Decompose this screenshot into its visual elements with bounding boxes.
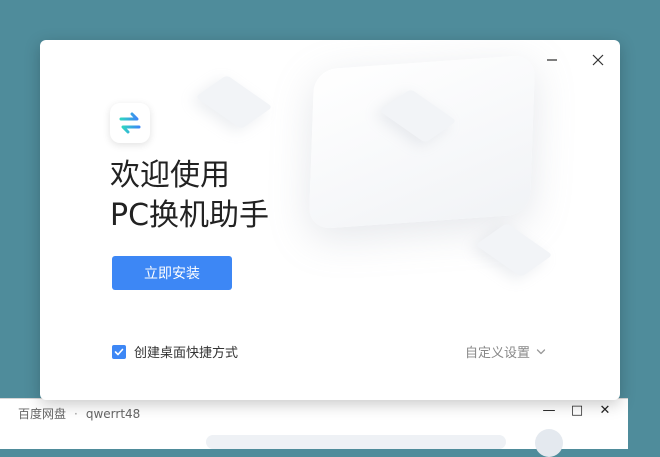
title-separator: · <box>74 406 78 421</box>
shortcut-label: 创建桌面快捷方式 <box>134 346 239 361</box>
background-window: 百度网盘 · qwerrt48 — □ ✕ <box>0 398 628 457</box>
background-minimize-icon[interactable]: — <box>542 403 556 418</box>
custom-settings-label: 自定义设置 <box>464 346 530 361</box>
installer-dialog: 欢迎使用 PC换机助手 立即安装 创建桌面快捷方式 自定义设置 <box>40 40 620 400</box>
shortcut-checkbox[interactable] <box>112 344 126 359</box>
check-icon <box>114 348 124 355</box>
background-user-name: qwerrt48 <box>85 406 141 421</box>
phone-illustration <box>308 54 536 230</box>
welcome-headline: 欢迎使用 PC换机助手 <box>110 156 269 236</box>
install-now-button[interactable]: 立即安装 <box>112 256 232 290</box>
close-icon <box>592 54 604 66</box>
cube-illustration <box>195 74 273 130</box>
headline-line-2: PC换机助手 <box>110 198 270 233</box>
background-avatar[interactable] <box>535 429 563 457</box>
background-app-name: 百度网盘 <box>18 407 67 421</box>
minimize-button[interactable] <box>542 50 562 70</box>
background-maximize-icon[interactable]: □ <box>570 403 584 418</box>
chevron-down-icon <box>536 348 546 354</box>
custom-settings-link[interactable]: 自定义设置 <box>465 342 546 361</box>
minimize-icon <box>547 59 557 61</box>
background-search-bar[interactable] <box>206 435 506 449</box>
swap-arrows-icon <box>119 112 141 134</box>
background-window-controls: — □ ✕ <box>542 403 612 418</box>
cube-illustration <box>475 222 553 278</box>
background-close-icon[interactable]: ✕ <box>598 403 612 418</box>
background-window-title: 百度网盘 · qwerrt48 <box>18 405 140 422</box>
desktop-shortcut-option[interactable]: 创建桌面快捷方式 <box>112 342 238 361</box>
close-button[interactable] <box>588 50 608 70</box>
app-logo <box>110 103 150 143</box>
headline-line-1: 欢迎使用 <box>110 158 230 193</box>
